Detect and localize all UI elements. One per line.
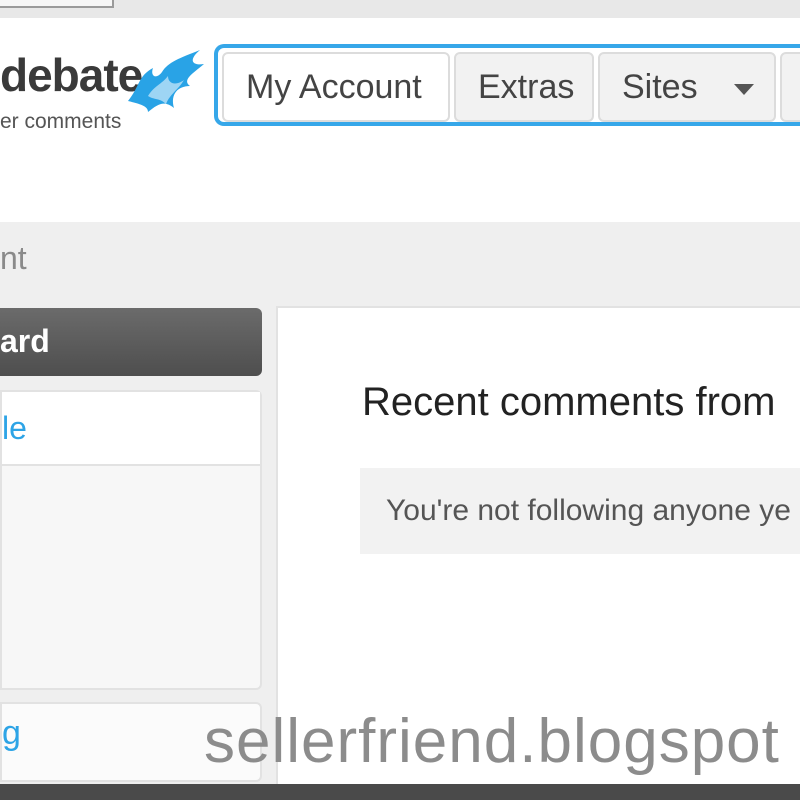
browser-chrome-tab (0, 0, 114, 8)
logo-tagline: er comments (0, 110, 122, 133)
tab-extras[interactable]: Extras (454, 52, 594, 122)
site-logo[interactable]: debate er comments (0, 24, 215, 144)
tab-sites-label: Sites (622, 68, 698, 106)
chevron-down-icon[interactable] (734, 84, 754, 95)
tab-more[interactable] (780, 52, 800, 122)
breadcrumb: nt (0, 240, 27, 276)
sidebar-panel: le (0, 390, 262, 690)
sidebar-item-label: ard (0, 323, 50, 359)
empty-state-box: You're not following anyone ye (360, 468, 800, 554)
tab-my-account-label: My Account (246, 68, 422, 106)
sidebar-link[interactable]: g (2, 714, 21, 753)
page-title: Recent comments from (362, 380, 776, 424)
watermark: sellerfriend.blogspot (204, 707, 780, 776)
flame-icon (128, 50, 204, 112)
bottom-border (0, 784, 800, 800)
top-nav-tabs: My Account Extras Sites (214, 44, 800, 126)
sidebar-item-profile[interactable]: le (2, 392, 260, 466)
empty-state-message: You're not following anyone ye (386, 494, 791, 527)
tab-extras-label: Extras (478, 68, 575, 106)
sidebar-item-dashboard[interactable]: ard (0, 308, 262, 376)
tab-my-account[interactable]: My Account (222, 52, 450, 122)
sidebar-item-label: le (2, 410, 27, 446)
browser-chrome-strip (0, 0, 800, 18)
tab-sites[interactable]: Sites (598, 52, 776, 122)
